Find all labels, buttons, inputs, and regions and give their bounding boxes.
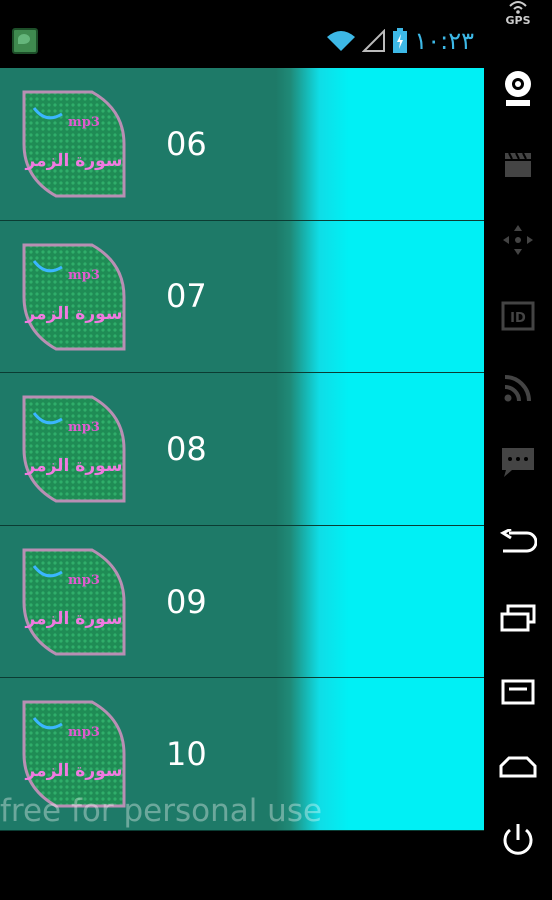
rss-icon xyxy=(504,375,531,402)
status-time: ١٠:٢٣ xyxy=(414,27,474,55)
id-button[interactable]: ID xyxy=(492,290,544,342)
power-icon xyxy=(503,824,533,855)
thumb-tag: mp3 xyxy=(68,268,100,283)
video-button[interactable] xyxy=(492,138,544,190)
thumb-tag: mp3 xyxy=(68,420,100,435)
gps-label: GPS xyxy=(505,14,531,27)
back-icon xyxy=(499,529,537,553)
clapper-icon xyxy=(505,152,531,177)
item-label: 07 xyxy=(166,277,207,316)
thumb-title: سورة الزمر xyxy=(24,304,122,324)
track-list[interactable]: mp3 سورة الزمر 06 mp3 سورة الزمر 07 mp3 … xyxy=(0,68,484,831)
list-item[interactable]: mp3 سورة الزمر 06 xyxy=(0,68,484,221)
recent-apps-button[interactable] xyxy=(492,592,544,644)
webcam-icon xyxy=(505,71,531,106)
message-icon xyxy=(502,448,534,477)
list-item[interactable]: mp3 سورة الزمر 07 xyxy=(0,221,484,374)
rss-button[interactable] xyxy=(492,362,544,414)
item-label: 09 xyxy=(166,582,207,621)
home-button[interactable] xyxy=(492,740,544,792)
id-icon: ID xyxy=(501,301,535,331)
back-button[interactable] xyxy=(492,516,544,568)
power-button[interactable] xyxy=(492,814,544,866)
status-bar: ١٠:٢٣ xyxy=(0,0,484,68)
item-label: 06 xyxy=(166,124,207,163)
svg-text:ID: ID xyxy=(510,311,526,326)
list-item[interactable]: mp3 سورة الزمر 09 xyxy=(0,526,484,679)
surah-thumbnail: mp3 سورة الزمر xyxy=(22,243,126,351)
wifi-icon xyxy=(327,31,356,51)
home-icon xyxy=(499,756,537,778)
dpad-button[interactable] xyxy=(492,214,544,266)
menu-icon xyxy=(501,679,535,705)
surah-thumbnail: mp3 سورة الزمر xyxy=(22,90,126,198)
list-item[interactable]: mp3 سورة الزمر 08 xyxy=(0,373,484,526)
navigation-rail: GPS ID xyxy=(484,0,552,900)
message-button[interactable] xyxy=(492,436,544,488)
webcam-button[interactable] xyxy=(492,62,544,114)
gps-icon xyxy=(509,1,527,14)
watermark: free for personal use xyxy=(0,793,323,829)
thumb-title: سورة الزمر xyxy=(24,151,122,171)
signal-icon xyxy=(362,29,386,52)
status-icons: ١٠:٢٣ xyxy=(326,26,474,56)
surah-thumbnail: mp3 سورة الزمر xyxy=(22,395,126,503)
app-notification-icon xyxy=(12,28,38,54)
thumb-title: سورة الزمر xyxy=(24,761,122,781)
thumb-title: سورة الزمر xyxy=(24,609,122,629)
battery-icon xyxy=(393,28,408,53)
item-label: 08 xyxy=(166,429,207,468)
surah-thumbnail: mp3 سورة الزمر xyxy=(22,548,126,656)
recent-apps-icon xyxy=(500,604,536,632)
dpad-icon xyxy=(503,225,533,255)
thumb-tag: mp3 xyxy=(68,115,100,130)
thumb-title: سورة الزمر xyxy=(24,456,122,476)
menu-button[interactable] xyxy=(492,666,544,718)
thumb-tag: mp3 xyxy=(68,573,100,588)
thumb-tag: mp3 xyxy=(68,725,100,740)
